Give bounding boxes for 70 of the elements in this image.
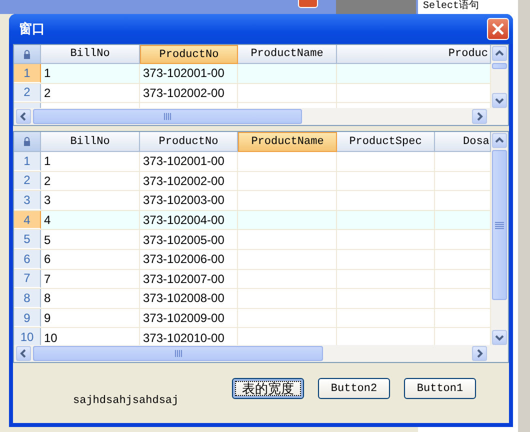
table-cell: 373-102009-00 bbox=[140, 308, 238, 328]
column-header[interactable]: Produc bbox=[337, 45, 491, 64]
table-cell: 4 bbox=[41, 210, 140, 230]
scroll-thumb[interactable] bbox=[492, 150, 507, 300]
table-row[interactable]: 8 8 373-102008-00 bbox=[14, 289, 491, 309]
column-header[interactable]: ProductSpec bbox=[337, 132, 435, 152]
table-row[interactable]: 2 2 373-102002-00 bbox=[14, 172, 491, 192]
action-button[interactable]: 表的宽度 bbox=[232, 378, 304, 399]
row-header[interactable]: 9 bbox=[14, 308, 41, 328]
lock-icon bbox=[14, 132, 41, 152]
table-cell: 1 bbox=[41, 64, 140, 83]
table-cell: 5 bbox=[41, 230, 140, 249]
lock-icon bbox=[14, 45, 41, 64]
column-header[interactable]: Dosa bbox=[435, 132, 491, 152]
column-header[interactable]: ProductName bbox=[238, 132, 337, 152]
table-cell: 373-102006-00 bbox=[140, 250, 238, 269]
table-row[interactable]: 1 1 373-102001-00 bbox=[14, 152, 491, 172]
close-button[interactable] bbox=[487, 18, 509, 40]
table-cell: 1 bbox=[41, 152, 140, 171]
background-text: Select语句 bbox=[423, 0, 480, 14]
scroll-thumb[interactable] bbox=[492, 63, 507, 69]
table-row[interactable]: 2 2 373-102002-00 bbox=[14, 84, 491, 104]
row-header[interactable]: 3 bbox=[14, 191, 41, 210]
row-header[interactable]: 1 bbox=[14, 152, 41, 171]
selected-row[interactable]: 4 4 373-102004-00 bbox=[14, 210, 491, 230]
table-cell: 373-102007-00 bbox=[140, 270, 238, 288]
table-cell: 373-102002-00 bbox=[140, 84, 238, 102]
selected-row[interactable]: 1 1 373-102001-00 bbox=[14, 64, 491, 84]
column-header[interactable]: BillNo bbox=[41, 45, 140, 64]
row-header[interactable]: 8 bbox=[14, 289, 41, 308]
table-cell: 8 bbox=[41, 289, 140, 308]
scroll-thumb[interactable] bbox=[33, 346, 323, 361]
table-cell: 373-102008-00 bbox=[140, 289, 238, 308]
table-cell: 6 bbox=[41, 250, 140, 269]
table-cell: 373-102003-00 bbox=[140, 191, 238, 210]
table-cell: 7 bbox=[41, 270, 140, 288]
grip-icon bbox=[163, 113, 172, 120]
table-row[interactable]: 9 9 373-102009-00 bbox=[14, 308, 491, 328]
column-header[interactable]: ProductNo bbox=[140, 45, 238, 64]
action-button[interactable]: Button1 bbox=[404, 378, 476, 399]
column-header[interactable]: ProductNo bbox=[140, 132, 238, 152]
row-header[interactable]: 7 bbox=[14, 270, 41, 288]
action-button[interactable]: Button2 bbox=[318, 378, 390, 399]
table-cell: 2 bbox=[41, 84, 140, 102]
table-cell: 373-102002-00 bbox=[140, 172, 238, 190]
table-cell: 3 bbox=[41, 191, 140, 210]
scroll-thumb[interactable] bbox=[33, 109, 302, 124]
table-cell: 2 bbox=[41, 172, 140, 190]
grip-icon bbox=[174, 350, 182, 357]
table-row[interactable]: 7 7 373-102007-00 bbox=[14, 270, 491, 290]
row-header[interactable]: 5 bbox=[14, 230, 41, 249]
row-header[interactable]: 10 bbox=[14, 328, 41, 345]
text-label: sajhdsahjsahdsaj bbox=[73, 395, 179, 407]
table-cell: 9 bbox=[41, 308, 140, 328]
table-cell: 373-102004-00 bbox=[140, 210, 238, 230]
row-header[interactable]: 2 bbox=[14, 172, 41, 190]
window-title: 窗口 bbox=[19, 20, 45, 38]
grip-icon bbox=[495, 222, 504, 228]
row-header[interactable]: 6 bbox=[14, 250, 41, 269]
table-row[interactable]: 5 5 373-102005-00 bbox=[14, 230, 491, 250]
table-row[interactable]: 6 6 373-102006-00 bbox=[14, 250, 491, 270]
table-cell: 373-102001-00 bbox=[140, 152, 238, 171]
close-icon bbox=[491, 22, 505, 36]
column-header[interactable]: ProductName bbox=[238, 45, 337, 64]
row-header[interactable]: 2 bbox=[14, 84, 41, 102]
table-cell: 373-102001-00 bbox=[140, 64, 238, 83]
table-cell: 373-102005-00 bbox=[140, 230, 238, 249]
row-header[interactable]: 1 bbox=[14, 64, 41, 83]
column-header[interactable]: BillNo bbox=[41, 132, 140, 152]
row-header[interactable]: 4 bbox=[14, 210, 41, 230]
